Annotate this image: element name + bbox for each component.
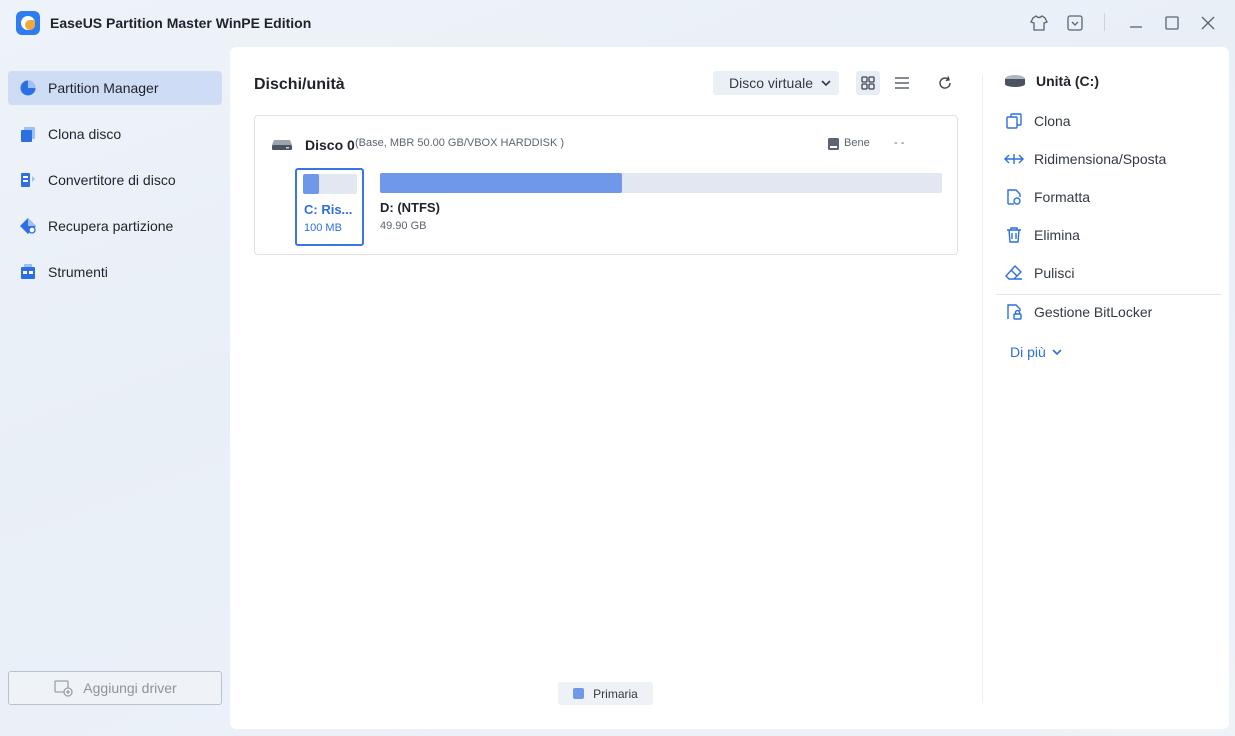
actions-divider: [996, 294, 1222, 295]
action-label: Formatta: [1034, 189, 1091, 205]
action-clone[interactable]: Clona: [1004, 111, 1071, 131]
recover-partition-icon: [18, 216, 38, 236]
sidebar-item-label: Convertitore di disco: [48, 172, 176, 188]
sidebar: Partition Manager Clona disco Convertito…: [0, 46, 230, 736]
add-driver-label: Aggiungi driver: [83, 680, 177, 696]
sidebar-item-label: Recupera partizione: [48, 218, 174, 234]
partition-usage-fill: [380, 173, 622, 193]
action-resize-move[interactable]: Ridimensiona/Sposta: [1004, 149, 1166, 169]
main-panel: Dischi/unità Disco virtuale Disco 0 (Bas…: [230, 47, 1229, 729]
sidebar-item-partition-manager[interactable]: Partition Manager: [8, 71, 222, 105]
title-bar: EaseUS Partition Master WinPE Edition: [0, 0, 1235, 46]
virtual-disk-label: Disco virtuale: [729, 75, 814, 91]
disk-health-status: Bene: [844, 137, 870, 149]
disk-card[interactable]: Disco 0 (Base, MBR 50.00 GB/VBOX HARDDIS…: [254, 115, 958, 255]
panel-divider: [982, 75, 983, 703]
chevron-down-icon: [821, 80, 831, 87]
add-driver-icon: [53, 679, 73, 697]
trash-icon: [1004, 225, 1024, 245]
action-delete[interactable]: Elimina: [1004, 225, 1080, 245]
action-bitlocker[interactable]: Gestione BitLocker: [1004, 302, 1152, 322]
format-icon: [1004, 187, 1024, 207]
legend-swatch: [573, 688, 585, 699]
grid-view-icon[interactable]: [856, 71, 880, 95]
app-title: EaseUS Partition Master WinPE Edition: [50, 15, 312, 31]
maximize-icon[interactable]: [1160, 11, 1184, 35]
sidebar-item-label: Strumenti: [48, 264, 108, 280]
selected-drive-label: Unità (C:): [1036, 73, 1099, 89]
add-driver-button[interactable]: Aggiungi driver: [8, 671, 222, 705]
close-icon[interactable]: [1196, 11, 1220, 35]
sidebar-item-clone-disk[interactable]: Clona disco: [8, 117, 222, 151]
disk-extra-info: - -: [894, 137, 905, 149]
pie-chart-icon: [18, 78, 38, 98]
action-wipe[interactable]: Pulisci: [1004, 263, 1074, 283]
action-label: Clona: [1034, 113, 1071, 129]
virtual-disk-dropdown[interactable]: Disco virtuale: [713, 71, 839, 95]
selected-drive-header: Unità (C:): [1004, 73, 1099, 89]
action-label: Ridimensiona/Sposta: [1034, 151, 1167, 167]
sidebar-item-label: Partition Manager: [48, 80, 159, 96]
sidebar-item-recover-partition[interactable]: Recupera partizione: [8, 209, 222, 243]
partition-usage-bar: [303, 174, 357, 194]
legend-label: Primaria: [593, 686, 638, 701]
sidebar-item-tools[interactable]: Strumenti: [8, 255, 222, 289]
skin-icon[interactable]: [1027, 11, 1051, 35]
partition-d[interactable]: D: (NTFS) 49.90 GB: [380, 173, 942, 232]
disk-info: (Base, MBR 50.00 GB/VBOX HARDDISK ): [355, 137, 565, 149]
disk-health-icon: [827, 137, 840, 156]
titlebar-divider: [1104, 13, 1105, 31]
refresh-icon[interactable]: [933, 71, 957, 95]
action-label: Elimina: [1034, 227, 1080, 243]
clone-icon: [1004, 111, 1024, 131]
chevron-down-icon: [1052, 349, 1062, 356]
sidebar-item-convert-disk[interactable]: Convertitore di disco: [8, 163, 222, 197]
hard-disk-icon: [271, 136, 293, 157]
partition-size: 49.90 GB: [380, 220, 427, 232]
action-format[interactable]: Formatta: [1004, 187, 1090, 207]
convert-disk-icon: [18, 170, 38, 190]
dropdown-menu-icon[interactable]: [1063, 11, 1087, 35]
sidebar-item-label: Clona disco: [48, 126, 122, 142]
list-view-icon[interactable]: [890, 71, 914, 95]
tools-icon: [18, 262, 38, 282]
partition-size: 100 MB: [304, 222, 342, 234]
minimize-icon[interactable]: [1124, 11, 1148, 35]
page-title: Dischi/unità: [254, 76, 345, 93]
partition-c[interactable]: C: Ris... 100 MB: [295, 168, 364, 246]
action-label: Pulisci: [1034, 265, 1075, 281]
legend-primary: Primaria: [558, 682, 653, 705]
disk-name: Disco 0: [305, 137, 355, 153]
partition-label: D: (NTFS): [380, 200, 440, 215]
partition-usage-bar: [380, 173, 942, 193]
partition-label: C: Ris...: [304, 202, 353, 217]
clone-disk-icon: [18, 124, 38, 144]
partition-usage-fill: [303, 174, 320, 194]
more-button[interactable]: Di più: [1010, 344, 1062, 360]
app-logo: [16, 11, 40, 35]
bitlocker-icon: [1004, 302, 1024, 322]
action-label: Gestione BitLocker: [1034, 304, 1153, 320]
drive-icon: [1004, 74, 1026, 88]
eraser-icon: [1004, 263, 1024, 283]
resize-icon: [1004, 149, 1024, 169]
more-label: Di più: [1010, 344, 1046, 360]
